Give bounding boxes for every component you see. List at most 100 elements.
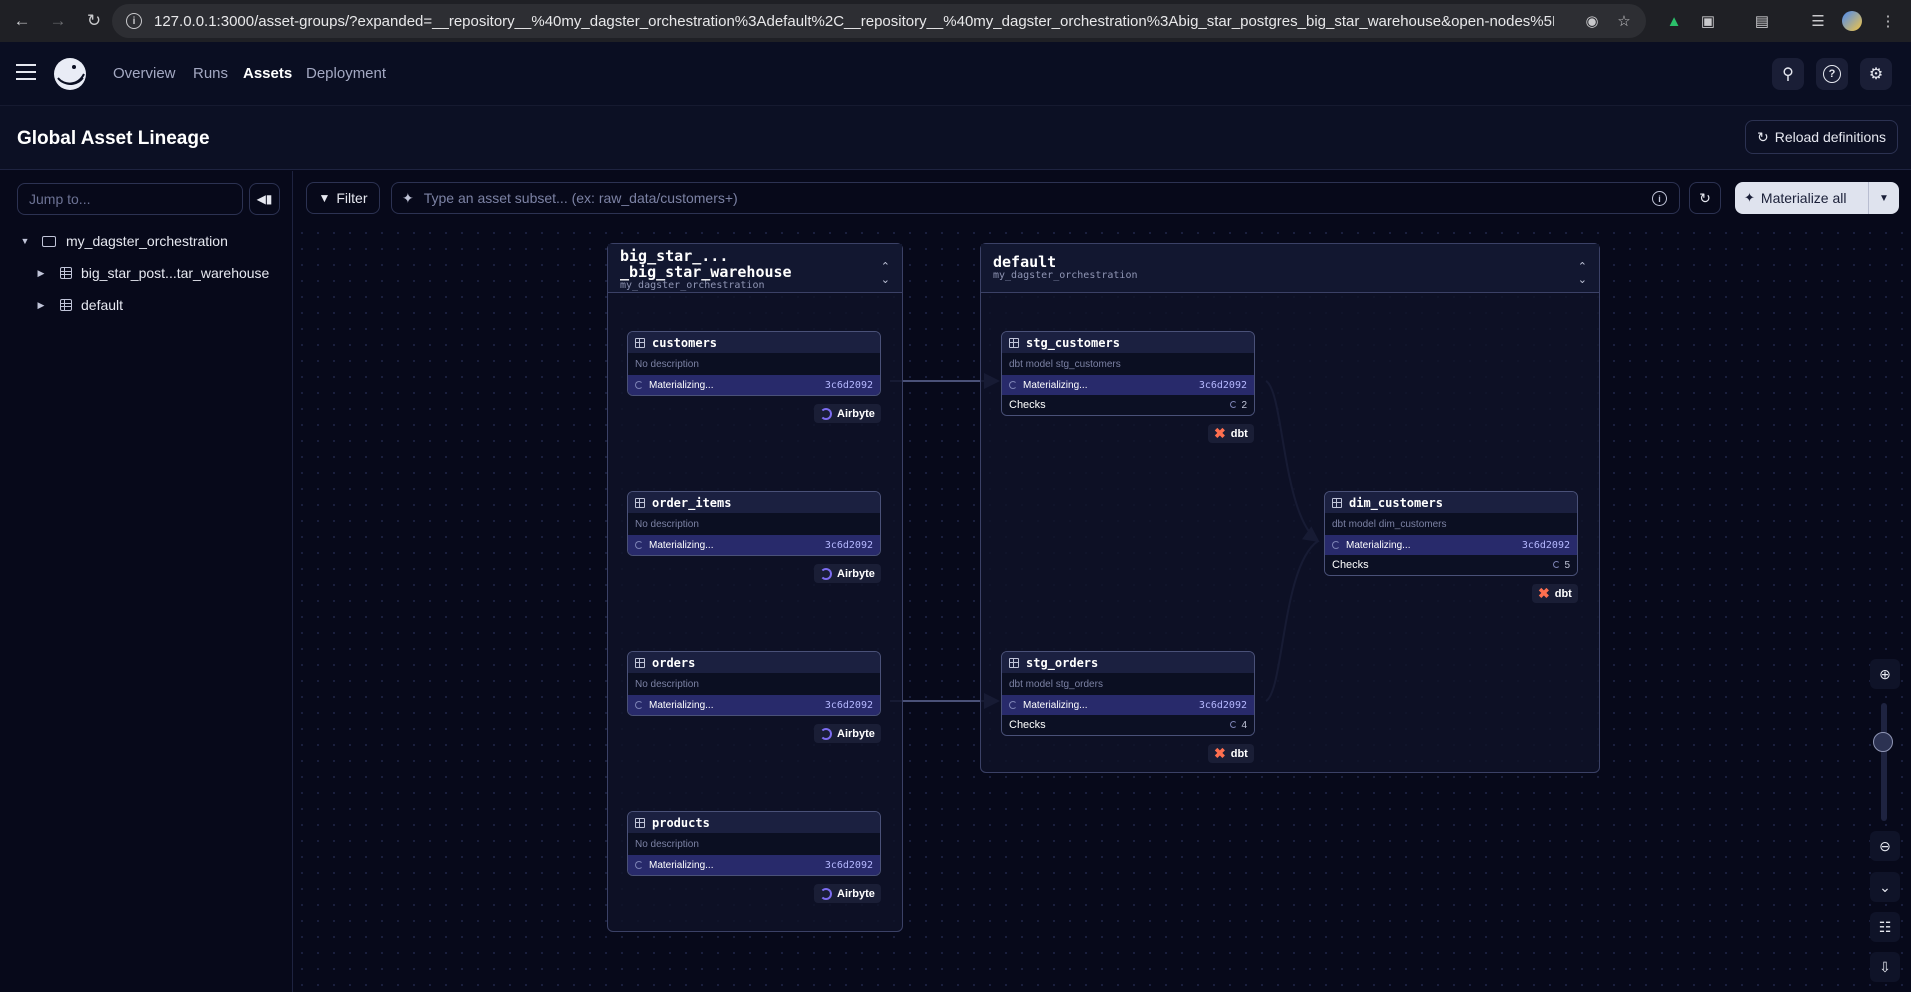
reload-definitions-button[interactable]: ↻ Reload definitions: [1745, 120, 1898, 154]
reload-page-icon[interactable]: ↻: [80, 7, 108, 35]
code-version-hash[interactable]: 3c6d2092: [1199, 700, 1247, 711]
asset-node-dim-customers[interactable]: dim_customers dbt model dim_customers Ma…: [1324, 491, 1578, 576]
asset-graph-canvas[interactable]: big_star_... _big_star_warehouse my_dags…: [294, 225, 1911, 992]
kind-label: dbt: [1230, 427, 1248, 440]
airbyte-icon: [820, 567, 832, 580]
dbt-kind-tag[interactable]: ✖ dbt: [1208, 744, 1254, 763]
asset-status[interactable]: Materializing... 3c6d2092: [1002, 375, 1254, 395]
airbyte-kind-tag[interactable]: Airbyte: [814, 404, 881, 423]
collapse-group-icon[interactable]: ⌃ ⌄: [881, 260, 890, 286]
asset-name: products: [652, 815, 710, 830]
download-icon[interactable]: ⇩: [1870, 952, 1900, 982]
forward-icon[interactable]: →: [44, 7, 72, 35]
spinner-icon: [1332, 540, 1340, 549]
spinner-icon: [1009, 380, 1017, 389]
asset-subset-input[interactable]: [421, 189, 1622, 207]
code-version-hash[interactable]: 3c6d2092: [1199, 380, 1247, 391]
bookmark-star-icon[interactable]: ☆: [1614, 11, 1634, 31]
tree-item-default[interactable]: ▶ default: [36, 291, 124, 319]
zoom-slider-track[interactable]: [1881, 703, 1887, 821]
back-icon[interactable]: ←: [8, 7, 36, 35]
asset-name: customers: [652, 335, 718, 350]
code-version-hash[interactable]: 3c6d2092: [825, 380, 873, 391]
asset-description: No description: [628, 833, 880, 855]
airbyte-kind-tag[interactable]: Airbyte: [814, 884, 881, 903]
page-title: Global Asset Lineage: [17, 128, 210, 149]
status-text: Materializing...: [1023, 379, 1088, 391]
asset-node-order-items[interactable]: order_items No description Materializing…: [627, 491, 881, 556]
asset-node-stg-customers[interactable]: stg_customers dbt model stg_customers Ma…: [1001, 331, 1255, 416]
collapse-sidebar-icon[interactable]: ◀▮: [249, 183, 280, 215]
browser-menu-icon[interactable]: ⋮: [1878, 11, 1898, 31]
info-icon[interactable]: i: [1652, 191, 1667, 206]
layout-tree-icon[interactable]: ☷: [1870, 912, 1900, 942]
filter-funnel-icon: ▼: [318, 191, 331, 205]
help-icon[interactable]: ?: [1816, 58, 1848, 90]
checks-label: Checks: [1332, 559, 1369, 571]
dbt-kind-tag[interactable]: ✖ dbt: [1532, 584, 1578, 603]
media-controls-icon[interactable]: ☰: [1808, 11, 1828, 31]
dbt-icon: ✖: [1214, 745, 1226, 761]
caret-down-icon[interactable]: ▼: [20, 236, 30, 246]
code-version-hash[interactable]: 3c6d2092: [1522, 540, 1570, 551]
materialize-all-main[interactable]: ✦ Materialize all: [1735, 182, 1869, 214]
code-version-hash[interactable]: 3c6d2092: [825, 540, 873, 551]
side-panel-icon[interactable]: ▤: [1752, 11, 1772, 31]
nav-overview[interactable]: Overview: [113, 65, 176, 82]
group-subtitle: my_dagster_orchestration: [993, 270, 1138, 281]
asset-status[interactable]: Materializing... 3c6d2092: [628, 855, 880, 875]
status-text: Materializing...: [649, 379, 714, 391]
asset-node-orders[interactable]: orders No description Materializing... 3c…: [627, 651, 881, 716]
nav-deployment[interactable]: Deployment: [306, 65, 386, 82]
extension-shield-icon[interactable]: ▲: [1664, 11, 1684, 31]
group-header[interactable]: default my_dagster_orchestration ⌃ ⌄: [981, 244, 1599, 293]
refresh-graph-button[interactable]: ↻: [1689, 182, 1721, 214]
asset-status[interactable]: Materializing... 3c6d2092: [1002, 695, 1254, 715]
caret-right-icon[interactable]: ▶: [36, 268, 46, 279]
site-info-icon[interactable]: i: [126, 13, 142, 29]
asset-checks[interactable]: Checks 5: [1325, 555, 1577, 575]
code-version-hash[interactable]: 3c6d2092: [825, 860, 873, 871]
group-header[interactable]: big_star_... _big_star_warehouse my_dags…: [608, 244, 902, 293]
eye-off-icon[interactable]: ◉: [1582, 11, 1602, 31]
asset-node-customers[interactable]: customers No description Materializing..…: [627, 331, 881, 396]
caret-right-icon[interactable]: ▶: [36, 300, 46, 311]
tree-item-big-star-warehouse[interactable]: ▶ big_star_post...tar_warehouse: [36, 259, 270, 287]
asset-checks[interactable]: Checks 2: [1002, 395, 1254, 415]
nav-assets[interactable]: Assets: [243, 65, 292, 82]
dbt-kind-tag[interactable]: ✖ dbt: [1208, 424, 1254, 443]
tree-item-repository[interactable]: ▼ my_dagster_orchestration: [20, 227, 228, 255]
asset-status[interactable]: Materializing... 3c6d2092: [628, 695, 880, 715]
search-icon[interactable]: ⚲: [1772, 58, 1804, 90]
asset-status[interactable]: Materializing... 3c6d2092: [628, 375, 880, 395]
asset-node-stg-orders[interactable]: stg_orders dbt model stg_orders Material…: [1001, 651, 1255, 736]
address-bar[interactable]: i 127.0.0.1:3000/asset-groups/?expanded=…: [112, 4, 1646, 38]
asset-checks[interactable]: Checks 4: [1002, 715, 1254, 735]
collapse-all-icon[interactable]: ⌄: [1870, 872, 1900, 902]
filter-button[interactable]: ▼ Filter: [306, 182, 380, 214]
menu-icon[interactable]: [16, 64, 36, 80]
airbyte-kind-tag[interactable]: Airbyte: [814, 564, 881, 583]
spinner-icon: [1553, 560, 1561, 568]
asset-subset-search[interactable]: ✦ i: [391, 182, 1680, 214]
nav-runs[interactable]: Runs: [193, 65, 228, 82]
materialize-all-button[interactable]: ✦ Materialize all ▼: [1735, 182, 1899, 214]
zoom-in-icon[interactable]: ⊕: [1870, 659, 1900, 689]
code-version-hash[interactable]: 3c6d2092: [825, 700, 873, 711]
materialize-dropdown-icon[interactable]: ▼: [1869, 193, 1899, 204]
asset-status[interactable]: Materializing... 3c6d2092: [1325, 535, 1577, 555]
airbyte-kind-tag[interactable]: Airbyte: [814, 724, 881, 743]
url-text: 127.0.0.1:3000/asset-groups/?expanded=__…: [154, 12, 1554, 30]
profile-avatar-icon[interactable]: [1842, 11, 1862, 31]
table-icon: [635, 817, 645, 828]
asset-status[interactable]: Materializing... 3c6d2092: [628, 535, 880, 555]
collapse-group-icon[interactable]: ⌃ ⌄: [1578, 260, 1587, 286]
asset-node-products[interactable]: products No description Materializing...…: [627, 811, 881, 876]
settings-gear-icon[interactable]: ⚙: [1860, 58, 1892, 90]
status-text: Materializing...: [1346, 539, 1411, 551]
extensions-icon[interactable]: ▣: [1698, 11, 1718, 31]
zoom-out-icon[interactable]: ⊖: [1870, 831, 1900, 861]
jump-to-input[interactable]: [17, 183, 243, 215]
dbt-icon: ✖: [1538, 585, 1550, 601]
zoom-slider-handle[interactable]: [1873, 732, 1893, 752]
